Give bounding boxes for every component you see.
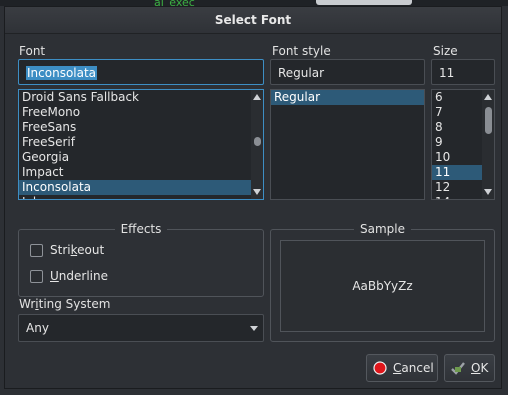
cancel-button[interactable]: Cancel [366, 354, 438, 382]
list-item[interactable]: FreeSerif [19, 135, 263, 150]
ok-button[interactable]: OK [444, 354, 495, 382]
scroll-down-arrow-icon[interactable] [484, 189, 492, 195]
ok-check-icon [451, 362, 465, 375]
list-item[interactable]: Droid Sans Fallback [19, 90, 263, 105]
cancel-label: Cancel [393, 361, 434, 375]
effects-title: Effects [114, 222, 168, 236]
ok-label: OK [471, 361, 489, 375]
chevron-down-icon [250, 326, 258, 331]
size-list-scrollbar[interactable] [482, 90, 494, 199]
writing-system-label: Writing System [19, 297, 111, 311]
strikeout-label[interactable]: Strikeout [50, 243, 104, 257]
cancel-icon [373, 361, 387, 375]
underline-checkbox[interactable] [30, 270, 43, 283]
font-list-items: Droid Sans Fallback FreeMono FreeSans FreeS… [19, 90, 263, 199]
list-item[interactable]: Impact [19, 165, 263, 180]
font-list[interactable]: Droid Sans Fallback FreeMono FreeSans FreeS… [18, 89, 264, 200]
font-input[interactable]: Inconsolata [18, 59, 264, 85]
list-item[interactable]: Inconsolata [19, 180, 263, 195]
effects-group: Effects [18, 222, 264, 297]
dialog-title[interactable]: Select Font [5, 7, 501, 34]
size-list[interactable]: 678910111214 [431, 89, 495, 200]
font-style-input[interactable]: Regular [270, 59, 425, 85]
list-item[interactable]: Jokerman [19, 195, 263, 199]
font-list-scrollbar[interactable] [251, 90, 263, 199]
font-style-list-items: Regular [271, 90, 424, 105]
font-style-list[interactable]: Regular [270, 89, 425, 200]
scroll-up-arrow-icon[interactable] [484, 94, 492, 100]
background-window-control [316, 0, 412, 5]
list-item[interactable]: Regular [271, 90, 424, 105]
font-label: Font [19, 44, 46, 58]
scroll-down-arrow-icon[interactable] [253, 189, 261, 195]
select-font-dialog: Select Font Font Inconsolata Droid Sans … [4, 6, 502, 389]
font-input-value: Inconsolata [26, 66, 98, 80]
strikeout-checkbox[interactable] [30, 244, 43, 257]
list-item[interactable]: Georgia [19, 150, 263, 165]
font-style-label: Font style [272, 44, 331, 58]
size-input[interactable]: 11 [431, 59, 495, 85]
sample-preview: AaBbYyZz [280, 240, 485, 332]
list-item[interactable]: FreeSans [19, 120, 263, 135]
sample-title: Sample [354, 222, 411, 236]
list-item[interactable]: FreeMono [19, 105, 263, 120]
writing-system-value: Any [26, 321, 49, 335]
writing-system-select[interactable]: Any [18, 314, 264, 342]
size-label: Size [433, 44, 458, 58]
scroll-thumb[interactable] [254, 137, 261, 146]
scroll-up-arrow-icon[interactable] [253, 94, 261, 100]
scroll-thumb[interactable] [485, 107, 492, 134]
underline-label[interactable]: Underline [50, 269, 108, 283]
